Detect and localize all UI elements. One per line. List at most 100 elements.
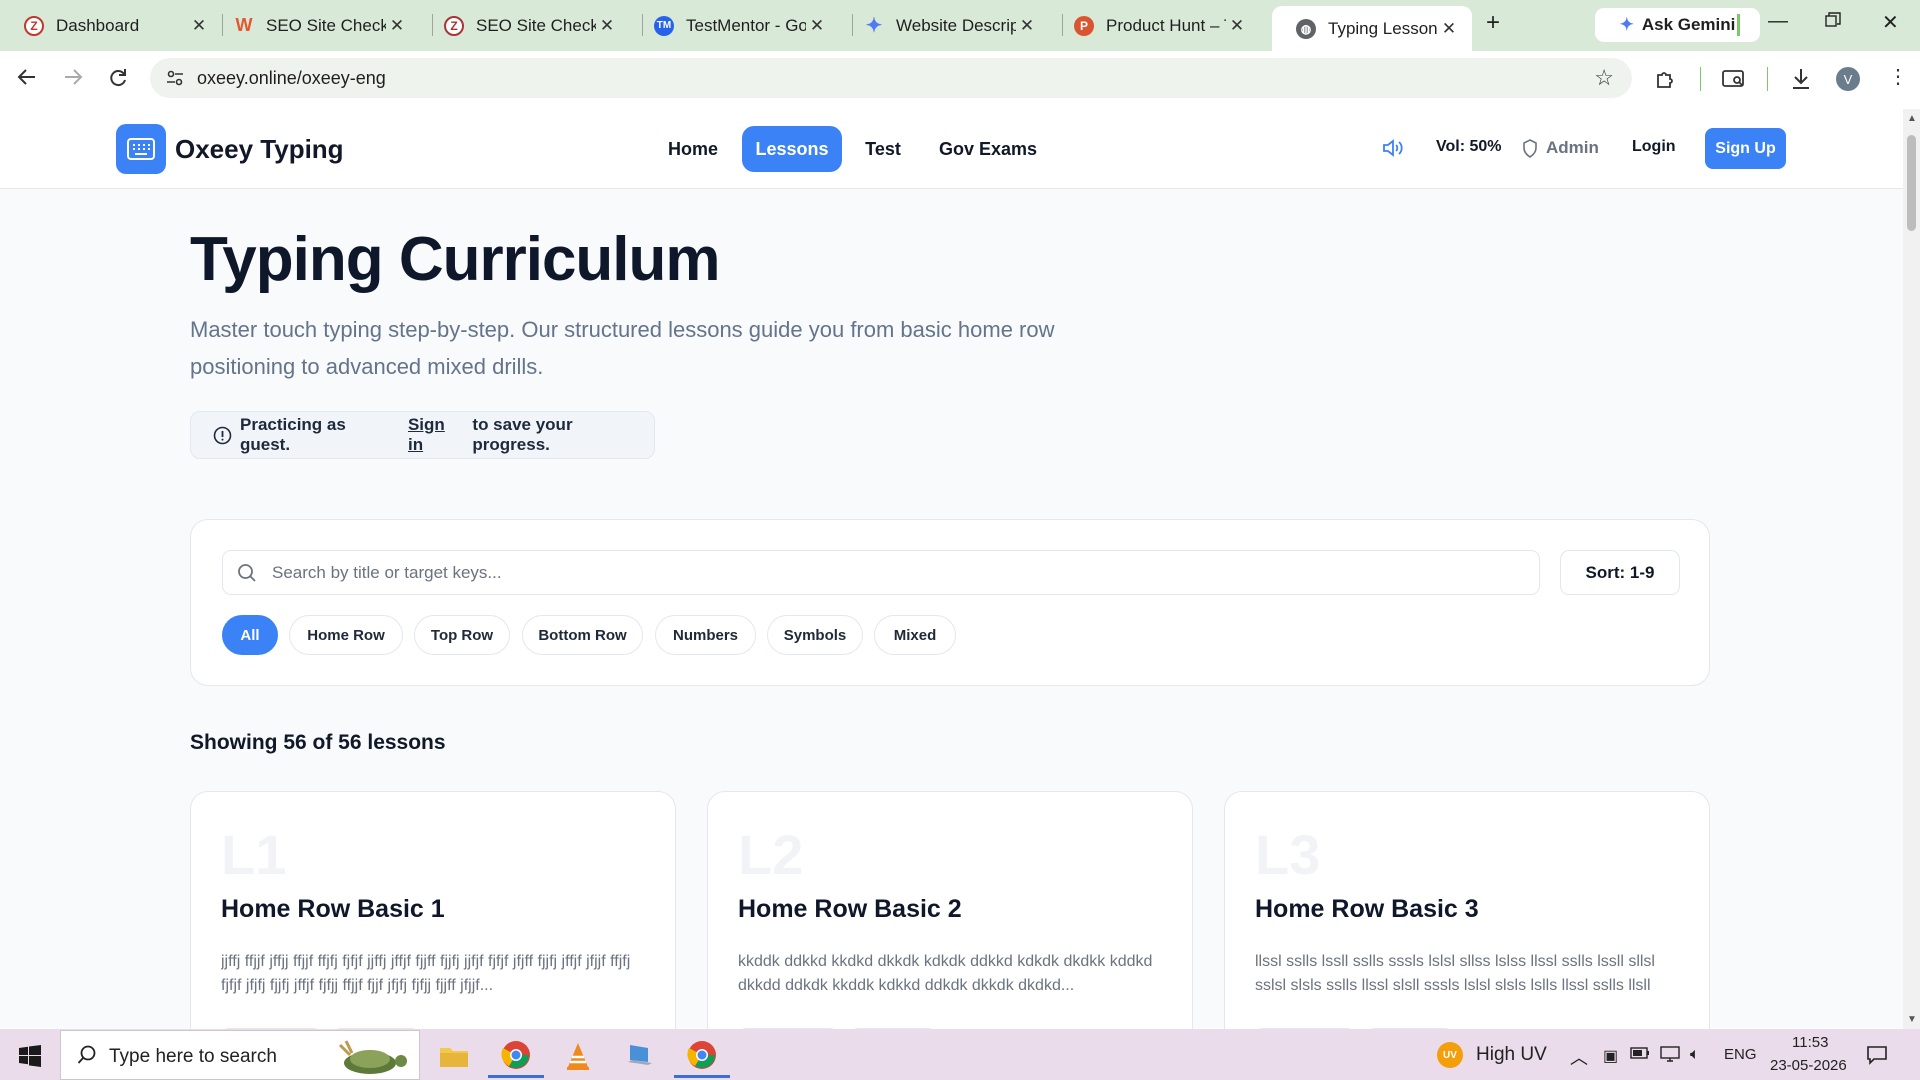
browser-tab[interactable]: W SEO Site Checkup ✕ xyxy=(210,6,420,45)
nav-gov-exams[interactable]: Gov Exams xyxy=(930,126,1046,172)
notification-icon[interactable] xyxy=(1866,1044,1888,1066)
browser-tab[interactable]: ✦ Website Descriptio ✕ xyxy=(840,6,1050,45)
filter-chip-numbers[interactable]: Numbers xyxy=(655,615,756,655)
browser-tab[interactable]: TM TestMentor - Gove ✕ xyxy=(630,6,840,45)
input-language[interactable]: ENG xyxy=(1724,1046,1757,1063)
browser-tab[interactable]: Z Dashboard ✕ xyxy=(0,6,222,45)
network-icon[interactable] xyxy=(1660,1046,1680,1062)
search-icon xyxy=(237,563,257,583)
login-link[interactable]: Login xyxy=(1632,138,1676,156)
filter-panel xyxy=(190,519,1710,686)
shield-icon xyxy=(1522,139,1538,158)
tab-title: TestMentor - Gove xyxy=(686,15,806,35)
tab-title: Typing Lessons - C xyxy=(1328,18,1438,38)
tab-title: Product Hunt – Th xyxy=(1106,15,1226,35)
sort-button[interactable]: Sort: 1-9 xyxy=(1560,550,1680,595)
seo-favicon-icon: W xyxy=(235,15,253,35)
taskbar-search-placeholder: Type here to search xyxy=(109,1046,277,1067)
admin-link[interactable]: Admin xyxy=(1546,138,1599,158)
chrome-taskbar-icon[interactable] xyxy=(488,1034,544,1078)
site-settings-icon[interactable] xyxy=(166,69,184,87)
taskbar-search-box[interactable]: Type here to search xyxy=(60,1030,420,1080)
window-close-icon[interactable]: ✕ xyxy=(1882,10,1899,35)
tab-title: Website Descriptio xyxy=(896,15,1016,35)
volume-level[interactable]: Vol: 50% xyxy=(1436,138,1502,156)
new-tab-icon[interactable]: + xyxy=(1486,9,1500,37)
browser-tab[interactable]: Z SEO Site Checkup ✕ xyxy=(420,6,630,45)
browser-tab[interactable]: P Product Hunt – Th ✕ xyxy=(1050,6,1260,45)
globe-favicon-icon: ◍ xyxy=(1296,18,1316,39)
browser-menu-icon[interactable]: ⋮ xyxy=(1888,64,1908,89)
laptop-app-icon[interactable] xyxy=(612,1034,668,1078)
url-text: oxeey.online/oxeey-eng xyxy=(197,68,386,88)
keyboard-logo-icon[interactable] xyxy=(116,124,166,174)
sign-in-link[interactable]: Sign in xyxy=(408,415,464,455)
page-subtitle: Master touch typing step-by-step. Our st… xyxy=(190,317,1055,379)
reload-icon[interactable] xyxy=(107,66,129,88)
nav-home[interactable]: Home xyxy=(653,126,733,172)
close-icon[interactable]: ✕ xyxy=(596,16,618,36)
uv-weather-icon[interactable]: UV xyxy=(1437,1042,1463,1068)
file-explorer-icon[interactable] xyxy=(426,1034,482,1078)
scroll-down-arrow-icon[interactable]: ▼ xyxy=(1907,1014,1917,1025)
ask-gemini-button[interactable]: ✦ Ask Gemini xyxy=(1595,8,1760,42)
filter-chip-bottom-row[interactable]: Bottom Row xyxy=(522,615,643,655)
filter-chip-symbols[interactable]: Symbols xyxy=(767,615,863,655)
filter-chip-home-row[interactable]: Home Row xyxy=(289,615,403,655)
weather-text[interactable]: High UV xyxy=(1476,1044,1547,1066)
extensions-icon[interactable] xyxy=(1655,68,1677,90)
clock-time[interactable]: 11:53 xyxy=(1792,1034,1828,1051)
gemini-divider xyxy=(1737,14,1740,36)
guest-notice: Practicing as guest. Sign in to save you… xyxy=(190,411,655,459)
gemini-favicon-icon: ✦ xyxy=(865,15,883,37)
forward-icon[interactable] xyxy=(62,66,84,88)
scroll-up-arrow-icon[interactable]: ▲ xyxy=(1907,113,1917,124)
close-icon[interactable]: ✕ xyxy=(188,16,210,36)
toolbar-divider xyxy=(1700,67,1701,91)
search-input[interactable]: Search by title or target keys... xyxy=(222,550,1540,595)
battery-icon[interactable] xyxy=(1630,1046,1650,1060)
filter-chip-all[interactable]: All xyxy=(222,615,278,655)
filter-chip-mixed[interactable]: Mixed xyxy=(874,615,956,655)
volume-icon[interactable]: 🔈︎ xyxy=(1690,1046,1700,1064)
show-hidden-icons-icon[interactable]: ︿ xyxy=(1570,1044,1588,1070)
site-brand[interactable]: Oxeey Typing xyxy=(175,134,344,165)
minimize-icon[interactable]: — xyxy=(1768,10,1788,33)
lesson-card[interactable]: L1 Home Row Basic 1 jjffj ffjjf jffjj ff… xyxy=(190,791,676,1051)
back-icon[interactable] xyxy=(16,66,38,88)
download-icon[interactable] xyxy=(1790,67,1812,91)
close-icon[interactable]: ✕ xyxy=(806,16,828,36)
tab-title: SEO Site Checkup xyxy=(266,15,386,35)
filter-chip-top-row[interactable]: Top Row xyxy=(414,615,510,655)
chrome-profile-taskbar-icon[interactable] xyxy=(674,1034,730,1078)
vlc-icon[interactable] xyxy=(550,1034,606,1078)
restore-icon[interactable] xyxy=(1825,12,1841,28)
lesson-number-watermark: L1 xyxy=(221,823,287,886)
lesson-keys-preview: kkddk ddkkd kkdkd dkkdk kdkdk ddkkd kdkd… xyxy=(738,953,1153,994)
search-placeholder: Search by title or target keys... xyxy=(272,563,502,582)
scrollbar-thumb[interactable] xyxy=(1907,135,1916,231)
cast-search-icon[interactable] xyxy=(1722,68,1746,90)
close-icon[interactable]: ✕ xyxy=(386,16,408,36)
search-icon xyxy=(77,1045,97,1065)
seo-favicon-icon: Z xyxy=(444,15,464,36)
page-scrollbar[interactable]: ▲ ▼ xyxy=(1903,109,1920,1029)
lesson-card[interactable]: L3 Home Row Basic 3 llssl sslls lssll ss… xyxy=(1224,791,1710,1051)
nav-lessons[interactable]: Lessons xyxy=(742,126,842,172)
clock-date[interactable]: 23-05-2026 xyxy=(1770,1057,1847,1074)
windows-start-icon[interactable] xyxy=(19,1045,41,1067)
lesson-card[interactable]: L2 Home Row Basic 2 kkddk ddkkd kkdkd dk… xyxy=(707,791,1193,1051)
close-icon[interactable]: ✕ xyxy=(1438,19,1460,39)
meet-now-icon[interactable]: ▣ xyxy=(1603,1046,1618,1066)
close-icon[interactable]: ✕ xyxy=(1016,16,1038,36)
info-icon xyxy=(213,426,232,445)
close-icon[interactable]: ✕ xyxy=(1226,16,1248,36)
nav-test[interactable]: Test xyxy=(852,126,914,172)
profile-avatar[interactable]: V xyxy=(1836,67,1860,91)
signup-button[interactable]: Sign Up xyxy=(1705,128,1786,169)
lesson-keys-preview: jjffj ffjjf jffjj ffjjf ffjfj fjfjf jjff… xyxy=(221,953,631,994)
bookmark-star-icon[interactable]: ☆ xyxy=(1594,65,1614,91)
address-bar[interactable]: oxeey.online/oxeey-eng ☆ xyxy=(150,58,1632,98)
speaker-icon[interactable] xyxy=(1382,138,1404,158)
browser-tab-active[interactable]: ◍ Typing Lessons - C ✕ xyxy=(1272,6,1472,51)
